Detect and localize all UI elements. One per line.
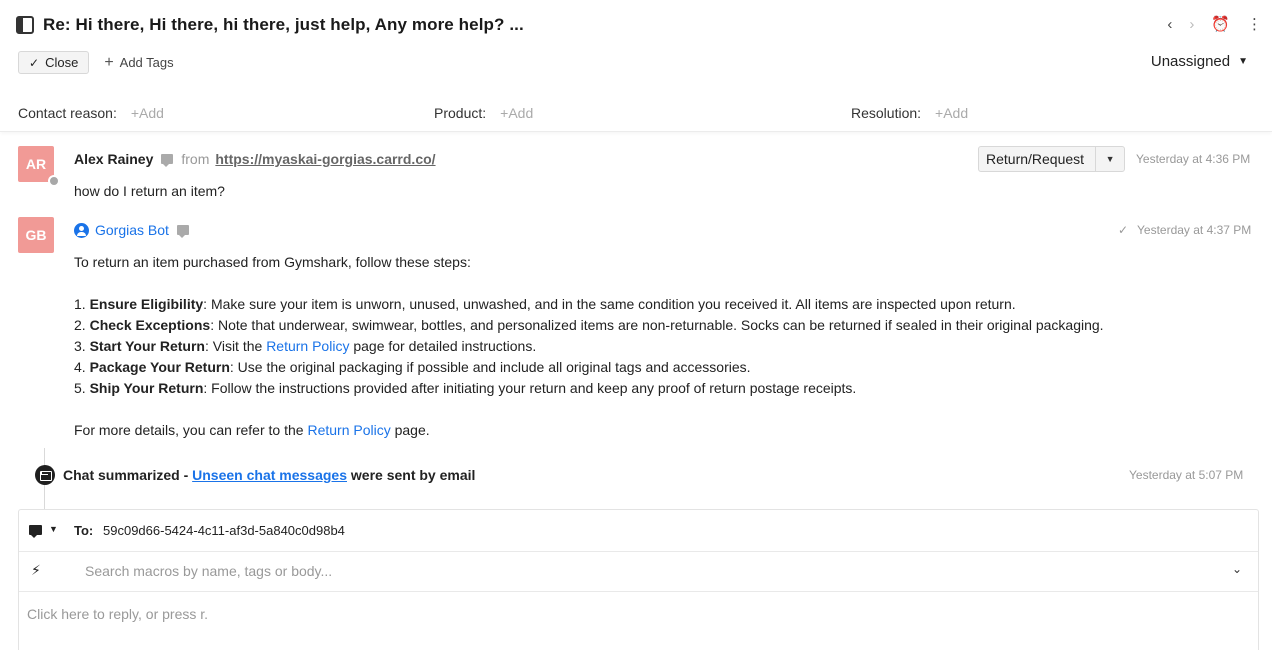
intent-label[interactable]: Return/Request bbox=[979, 147, 1097, 171]
offline-status-dot bbox=[48, 175, 60, 187]
message-timestamp: Yesterday at 4:37 PM bbox=[1137, 223, 1252, 237]
step-item: 1. Ensure Eligibility: Make sure your it… bbox=[74, 294, 1104, 315]
step-title: Ship Your Return bbox=[89, 380, 204, 396]
caret-down-icon[interactable]: ▼ bbox=[1096, 154, 1124, 164]
field-contact-reason: Contact reason: +Add bbox=[18, 105, 164, 121]
step-number: 5. bbox=[74, 380, 86, 396]
step-item: 5. Ship Your Return: Follow the instruct… bbox=[74, 378, 1104, 399]
field-product: Product: +Add bbox=[434, 105, 533, 121]
recipient-value[interactable]: 59c09d66-5424-4c11-af3d-5a840c0d98b4 bbox=[103, 523, 345, 538]
step-text: : Make sure your item is unworn, unused,… bbox=[203, 296, 1016, 312]
check-icon: ✓ bbox=[29, 55, 40, 70]
assignee-label: Unassigned bbox=[1150, 53, 1231, 70]
step-item: 4. Package Your Return: Use the original… bbox=[74, 357, 1104, 378]
next-ticket-icon[interactable]: › bbox=[1189, 16, 1194, 34]
step-text: : Follow the instructions provided after… bbox=[203, 380, 857, 396]
title-row: Re: Hi there, Hi there, hi there, just h… bbox=[16, 15, 524, 35]
event-suffix: were sent by email bbox=[347, 467, 476, 483]
outro-text: For more details, you can refer to the bbox=[74, 422, 308, 438]
message-body: how do I return an item? bbox=[74, 183, 225, 199]
caret-down-icon[interactable]: ▼ bbox=[49, 524, 58, 534]
step-item: 3. Start Your Return: Visit the Return P… bbox=[74, 336, 1104, 357]
resolution-add[interactable]: +Add bbox=[935, 105, 968, 121]
message-intro: To return an item purchased from Gymshar… bbox=[74, 254, 471, 270]
step-number: 1. bbox=[74, 296, 86, 312]
reply-composer: ▼ To: 59c09d66-5424-4c11-af3d-5a840c0d98… bbox=[18, 509, 1259, 650]
chevron-down-icon[interactable]: ⌄ bbox=[1232, 562, 1242, 576]
lightning-icon: ⚡ bbox=[31, 562, 41, 578]
bot-sender[interactable]: Gorgias Bot bbox=[74, 222, 169, 238]
close-button-label: Close bbox=[45, 55, 79, 70]
to-label: To: bbox=[74, 523, 94, 538]
step-number: 4. bbox=[74, 359, 86, 375]
ticket-header: Re: Hi there, Hi there, hi there, just h… bbox=[0, 0, 1272, 132]
action-row: ✓ Close + Add Tags bbox=[18, 51, 174, 74]
avatar[interactable]: GB bbox=[18, 217, 54, 253]
outro-text: page. bbox=[390, 422, 430, 438]
step-title: Check Exceptions bbox=[89, 317, 211, 333]
chat-summarized-event: Chat summarized - Unseen chat messages w… bbox=[63, 467, 475, 483]
chat-channel-icon bbox=[161, 154, 174, 167]
plus-icon: + bbox=[104, 53, 114, 71]
reply-text-area[interactable]: Click here to reply, or press r. bbox=[27, 606, 208, 622]
step-text: : Note that underwear, swimwear, bottles… bbox=[210, 317, 1104, 333]
close-ticket-button[interactable]: ✓ Close bbox=[18, 51, 90, 74]
step-text: page for detailed instructions. bbox=[349, 338, 537, 354]
step-text: : Visit the bbox=[204, 338, 267, 354]
sender-name: Gorgias Bot bbox=[95, 222, 169, 238]
resolution-label: Resolution: bbox=[851, 105, 922, 121]
message-timestamp: Yesterday at 4:36 PM bbox=[1136, 152, 1251, 166]
sender-name[interactable]: Alex Rainey bbox=[74, 151, 153, 167]
message-outro: For more details, you can refer to the R… bbox=[74, 420, 1104, 441]
ticket-title[interactable]: Re: Hi there, Hi there, hi there, just h… bbox=[43, 15, 524, 35]
from-label: from bbox=[181, 151, 210, 167]
event-prefix: Chat summarized - bbox=[63, 467, 193, 483]
event-timestamp: Yesterday at 5:07 PM bbox=[1129, 468, 1244, 482]
product-add[interactable]: +Add bbox=[500, 105, 533, 121]
contact-reason-label: Contact reason: bbox=[18, 105, 117, 121]
envelope-icon bbox=[35, 465, 55, 485]
message-sender-row: Alex Rainey from https://myaskai-gorgias… bbox=[74, 151, 436, 167]
more-options-icon[interactable]: ⋮ bbox=[1247, 16, 1262, 34]
chat-channel-icon[interactable] bbox=[29, 525, 42, 538]
source-url-link[interactable]: https://myaskai-gorgias.carrd.co/ bbox=[215, 151, 435, 167]
sent-check-icon: ✓ bbox=[1118, 223, 1129, 237]
sidebar-toggle-icon[interactable] bbox=[16, 16, 34, 34]
return-policy-link[interactable]: Return Policy bbox=[307, 422, 390, 438]
contact-reason-add[interactable]: +Add bbox=[131, 105, 164, 121]
step-text: : Use the original packaging if possible… bbox=[229, 359, 751, 375]
assignee-dropdown[interactable]: Unassigned ▼ bbox=[1151, 53, 1248, 70]
caret-down-icon: ▼ bbox=[1238, 56, 1248, 67]
step-title: Start Your Return bbox=[89, 338, 205, 354]
macro-search-input[interactable] bbox=[85, 560, 1185, 582]
previous-ticket-icon[interactable]: ‹ bbox=[1167, 16, 1172, 34]
snooze-alarm-icon[interactable]: ⏰ bbox=[1211, 16, 1230, 34]
user-circle-icon bbox=[74, 222, 89, 238]
step-number: 2. bbox=[74, 317, 86, 333]
ticket-nav: ‹ › ⏰ ⋮ bbox=[1167, 16, 1262, 34]
field-resolution: Resolution: +Add bbox=[851, 105, 968, 121]
product-label: Product: bbox=[434, 105, 487, 121]
step-number: 3. bbox=[74, 338, 86, 354]
message-sender-row: Gorgias Bot bbox=[74, 222, 197, 238]
message-body: To return an item purchased from Gymshar… bbox=[74, 252, 1104, 441]
step-title: Package Your Return bbox=[89, 359, 230, 375]
step-title: Ensure Eligibility bbox=[89, 296, 204, 312]
intent-selector[interactable]: Return/Request ▼ bbox=[978, 146, 1126, 172]
add-tags-label: Add Tags bbox=[119, 55, 174, 70]
recipient-row: ▼ To: 59c09d66-5424-4c11-af3d-5a840c0d98… bbox=[19, 510, 1258, 552]
unseen-messages-link[interactable]: Unseen chat messages bbox=[192, 467, 347, 483]
step-item: 2. Check Exceptions: Note that underwear… bbox=[74, 315, 1104, 336]
return-policy-link[interactable]: Return Policy bbox=[266, 338, 349, 354]
chat-channel-icon bbox=[176, 225, 189, 238]
add-tags-button[interactable]: + Add Tags bbox=[104, 54, 173, 72]
macro-row: ⚡ ⌄ bbox=[19, 552, 1258, 592]
